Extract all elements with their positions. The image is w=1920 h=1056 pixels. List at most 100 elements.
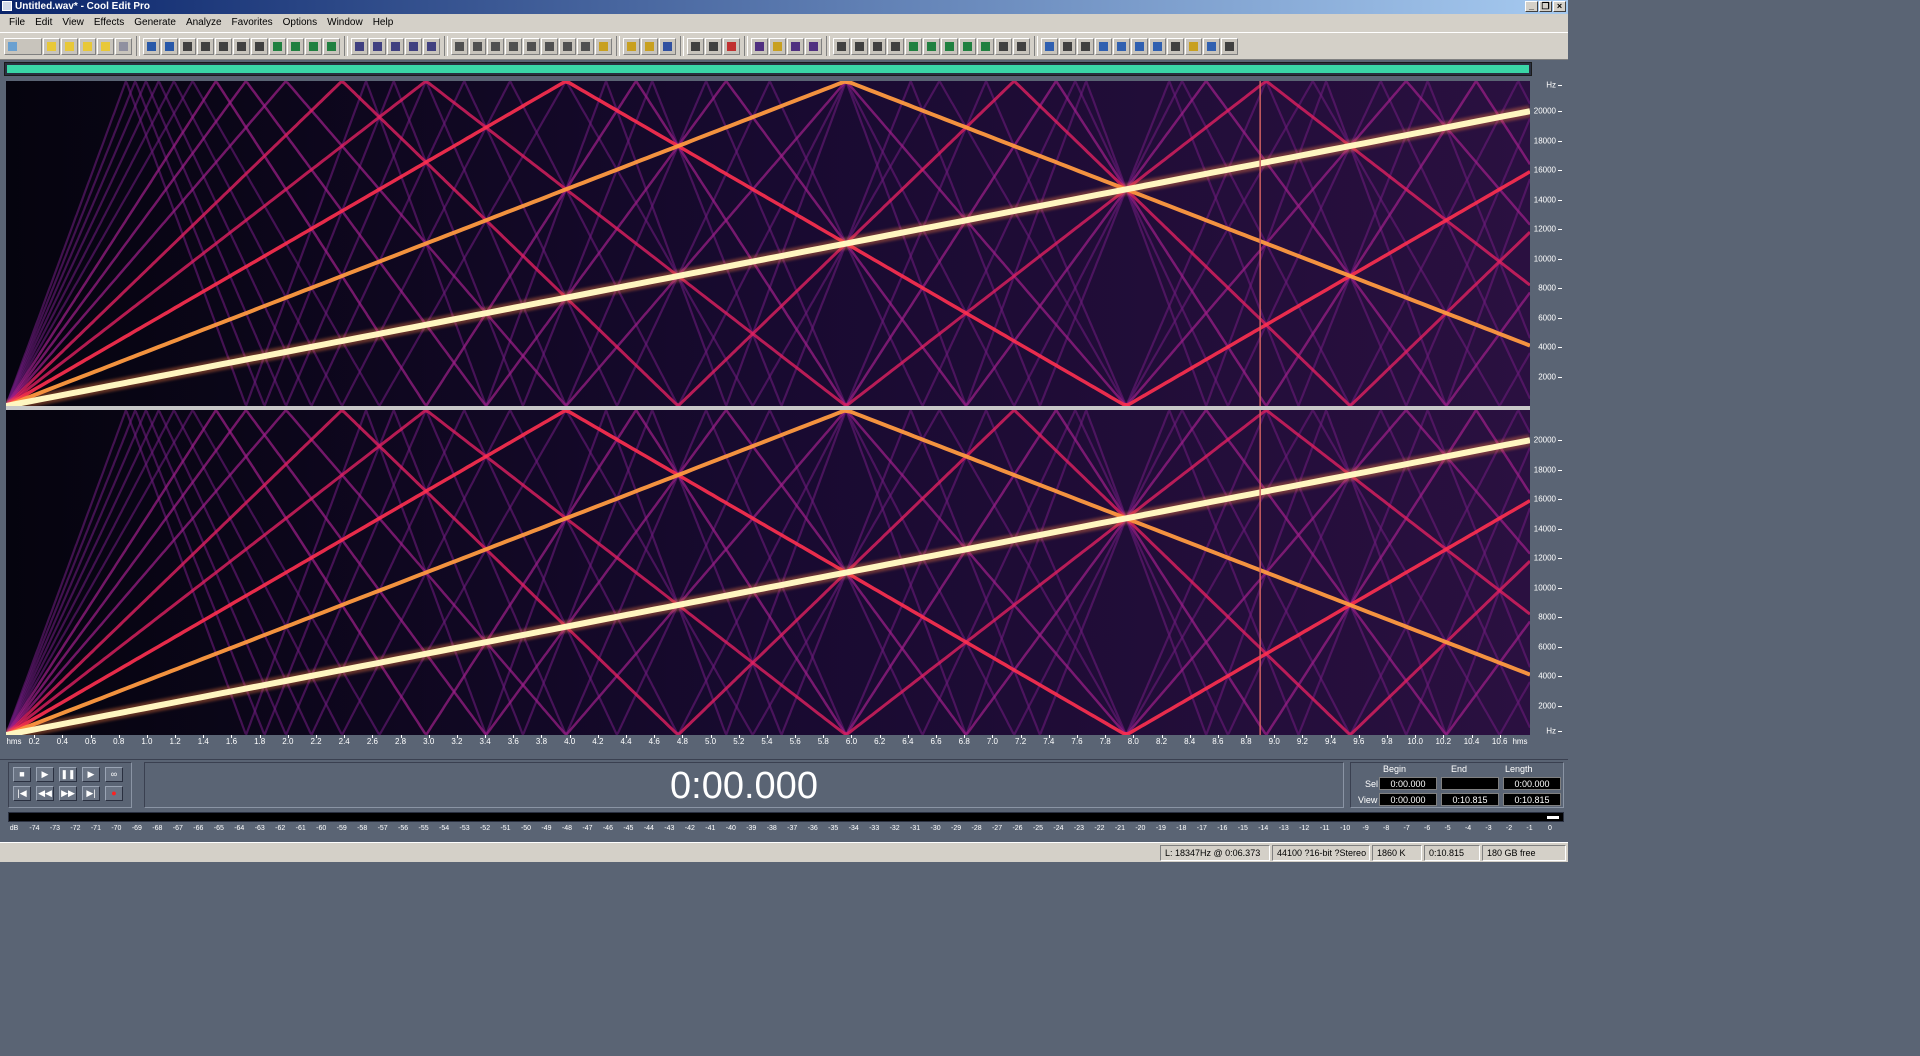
menu-window[interactable]: Window [322, 14, 368, 32]
toolbar-button-icon[interactable] [687, 37, 704, 55]
toolbar-button-icon[interactable] [751, 37, 768, 55]
toolbar-button-icon[interactable] [423, 37, 440, 55]
toolbar-button-icon[interactable] [659, 37, 676, 55]
toolbar-button-icon[interactable] [833, 37, 850, 55]
toolbar-button-icon[interactable] [923, 37, 940, 55]
pause-button[interactable]: ❚❚ [59, 767, 77, 782]
toolbar-button-icon[interactable] [1167, 37, 1184, 55]
toolbar-button-icon[interactable] [143, 37, 160, 55]
toolbar-button-icon[interactable] [287, 37, 304, 55]
menu-file[interactable]: File [4, 14, 30, 32]
toolbar-button-icon[interactable] [161, 37, 178, 55]
channel-right-spectrogram[interactable] [6, 410, 1530, 735]
toolbar-button-icon[interactable] [805, 37, 822, 55]
toolbar-button-icon[interactable] [251, 37, 268, 55]
fast-forward-button[interactable]: ▶▶ [59, 786, 77, 801]
toolbar-button-icon[interactable] [369, 37, 386, 55]
stop-button[interactable]: ■ [13, 767, 31, 782]
toolbar-button-icon[interactable] [97, 37, 114, 55]
toolbar-button-icon[interactable] [1185, 37, 1202, 55]
overview-range[interactable] [7, 65, 1529, 73]
toolbar-button-icon[interactable] [469, 37, 486, 55]
toolbar-button-icon[interactable] [215, 37, 232, 55]
toolbar-button-icon[interactable] [1221, 37, 1238, 55]
toolbar-button-icon[interactable] [405, 37, 422, 55]
toolbar-button-icon[interactable] [977, 37, 994, 55]
toolbar-button-icon[interactable] [505, 37, 522, 55]
toolbar-button-icon[interactable] [387, 37, 404, 55]
toolbar-button-icon[interactable] [1203, 37, 1220, 55]
play-button[interactable]: ▶ [36, 767, 54, 782]
record-button[interactable]: ● [105, 786, 123, 801]
toolbar-button-icon[interactable] [197, 37, 214, 55]
loop-button[interactable]: ∞ [105, 767, 123, 782]
toolbar-button-icon[interactable] [451, 37, 468, 55]
sel-end-field[interactable] [1441, 777, 1499, 790]
toolbar-button-icon[interactable] [869, 37, 886, 55]
menu-help[interactable]: Help [368, 14, 399, 32]
toolbar-button-icon[interactable] [4, 37, 42, 55]
toolbar-button-icon[interactable] [787, 37, 804, 55]
sel-length-field[interactable]: 0:00.000 [1503, 777, 1561, 790]
toolbar-button-icon[interactable] [1149, 37, 1166, 55]
toolbar-button-icon[interactable] [179, 37, 196, 55]
toolbar-button-icon[interactable] [559, 37, 576, 55]
view-begin-field[interactable]: 0:00.000 [1379, 793, 1437, 806]
channel-left-spectrogram[interactable] [6, 81, 1530, 406]
toolbar-button-icon[interactable] [1013, 37, 1030, 55]
sel-begin-field[interactable]: 0:00.000 [1379, 777, 1437, 790]
go-to-start-button[interactable]: |◀ [13, 786, 31, 801]
toolbar-button-icon[interactable] [905, 37, 922, 55]
toolbar-button-icon[interactable] [1059, 37, 1076, 55]
spectral-view[interactable] [6, 81, 1530, 735]
toolbar-button-icon[interactable] [269, 37, 286, 55]
play-to-end-button[interactable]: ▶ [82, 767, 100, 782]
waveform-overview-bar[interactable] [4, 62, 1532, 76]
toolbar-button-icon[interactable] [623, 37, 640, 55]
toolbar-button-icon[interactable] [323, 37, 340, 55]
toolbar-button-icon[interactable] [595, 37, 612, 55]
menu-effects[interactable]: Effects [89, 14, 129, 32]
menu-view[interactable]: View [57, 14, 89, 32]
minimize-button[interactable]: _ [1525, 1, 1538, 12]
toolbar-button-icon[interactable] [705, 37, 722, 55]
time-ruler[interactable]: hms 0.2 0.4 0.6 0.8 1.0 1.2 1.4 1.6 1.8 2.0 2.2 2.4 2… [6, 735, 1530, 749]
toolbar-button-icon[interactable] [61, 37, 78, 55]
toolbar-button-icon[interactable] [351, 37, 368, 55]
toolbar-button-icon[interactable] [851, 37, 868, 55]
toolbar-button-icon[interactable] [541, 37, 558, 55]
toolbar-button-icon[interactable] [79, 37, 96, 55]
view-length-field[interactable]: 0:10.815 [1503, 793, 1561, 806]
toolbar-button-icon[interactable] [523, 37, 540, 55]
toolbar-button-icon[interactable] [487, 37, 504, 55]
toolbar-button-icon[interactable] [941, 37, 958, 55]
go-to-end-button[interactable]: ▶| [82, 786, 100, 801]
toolbar-button-icon[interactable] [577, 37, 594, 55]
toolbar-button-icon[interactable] [995, 37, 1012, 55]
toolbar-button-icon[interactable] [305, 37, 322, 55]
toolbar-button-icon[interactable] [115, 37, 132, 55]
toolbar-button-icon[interactable] [43, 37, 60, 55]
menu-options[interactable]: Options [278, 14, 322, 32]
toolbar-button-icon[interactable] [233, 37, 250, 55]
restore-button[interactable]: ❐ [1539, 1, 1552, 12]
menu-edit[interactable]: Edit [30, 14, 57, 32]
toolbar-button-icon[interactable] [1131, 37, 1148, 55]
rewind-button[interactable]: ◀◀ [36, 786, 54, 801]
close-button[interactable]: × [1553, 1, 1566, 12]
menu-favorites[interactable]: Favorites [227, 14, 278, 32]
toolbar-button-icon[interactable] [1041, 37, 1058, 55]
menu-analyze[interactable]: Analyze [181, 14, 227, 32]
toolbar-button-icon[interactable] [769, 37, 786, 55]
toolbar-button-icon[interactable] [1113, 37, 1130, 55]
hz-tick [1558, 528, 1562, 530]
toolbar-button-icon[interactable] [1077, 37, 1094, 55]
time-tick [541, 735, 543, 738]
menu-generate[interactable]: Generate [129, 14, 181, 32]
toolbar-button-icon[interactable] [641, 37, 658, 55]
toolbar-button-icon[interactable] [959, 37, 976, 55]
toolbar-button-icon[interactable] [1095, 37, 1112, 55]
toolbar-button-icon[interactable] [887, 37, 904, 55]
toolbar-button-icon[interactable] [723, 37, 740, 55]
view-end-field[interactable]: 0:10.815 [1441, 793, 1499, 806]
